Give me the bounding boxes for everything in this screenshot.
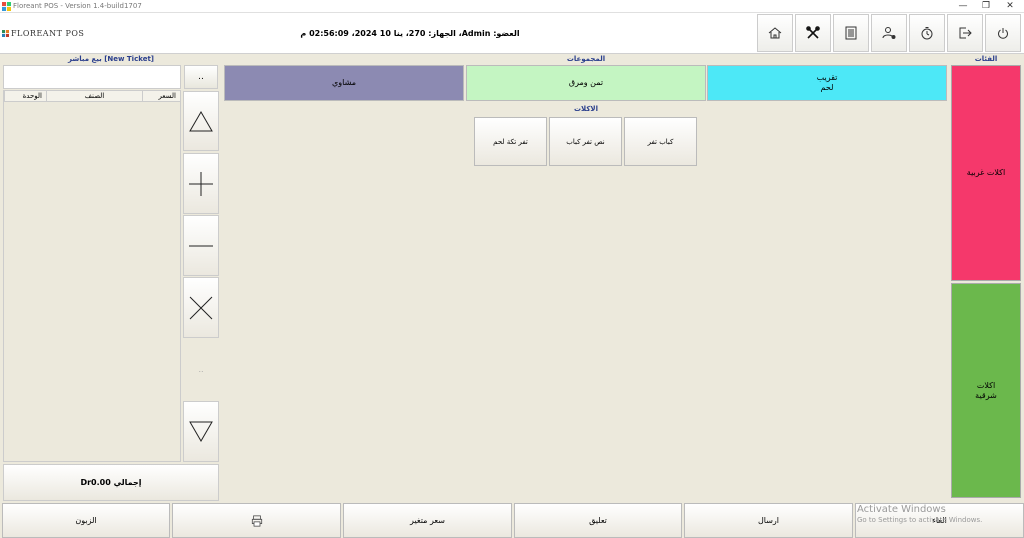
- meal-button[interactable]: تفر تكة لحم: [474, 117, 547, 166]
- delete-item-button[interactable]: [183, 277, 219, 338]
- close-icon: [189, 296, 213, 319]
- ticket-search-input[interactable]: [3, 65, 181, 89]
- print-button[interactable]: [172, 503, 341, 538]
- meals-title: الاكلات: [573, 105, 599, 113]
- watermark-subtitle: Go to Settings to activate Windows.: [857, 516, 983, 524]
- clock-icon: [921, 27, 933, 40]
- tools-icon: [806, 26, 820, 39]
- variable-price-button[interactable]: سعر متغير: [343, 503, 512, 538]
- send-button[interactable]: ارسال: [684, 503, 853, 538]
- customer-button[interactable]: الزبون: [2, 503, 170, 538]
- logout-button[interactable]: [947, 14, 983, 52]
- ticket-items-table[interactable]: السعر الصنف الوحدة: [3, 90, 181, 462]
- group-button-grills[interactable]: مشاوي: [224, 65, 464, 101]
- restore-button[interactable]: ❐: [975, 0, 997, 13]
- scroll-down-button[interactable]: [183, 401, 219, 462]
- ticket-title: بيع مباشر [New Ticket]: [68, 55, 154, 63]
- ticket-total: إجمالي Dr0.00: [3, 464, 219, 501]
- groups-title: المجموعات: [566, 55, 606, 63]
- categories-title: الفئات: [974, 55, 998, 63]
- logo-text: FLOREANT POS: [11, 29, 85, 38]
- title-bar: Floreant POS - Version 1.4-build1707 — ❐…: [0, 0, 1024, 13]
- clock-button[interactable]: [909, 14, 945, 52]
- logo: FLOREANT POS: [2, 29, 84, 38]
- orders-button[interactable]: [833, 14, 869, 52]
- category-button-eastern[interactable]: اكلات شرقية: [951, 283, 1021, 498]
- meal-button[interactable]: كباب تفر: [624, 117, 697, 166]
- home-button[interactable]: [757, 14, 793, 52]
- minus-icon: [189, 245, 213, 246]
- power-button[interactable]: [985, 14, 1021, 52]
- hold-button[interactable]: تعليق: [514, 503, 682, 538]
- meal-button[interactable]: نص تفر كباب: [549, 117, 622, 166]
- group-button-rice-stew[interactable]: تمن ومرق: [466, 65, 706, 101]
- group-button-meat[interactable]: تقريب لحم: [707, 65, 947, 101]
- scroll-up-button[interactable]: [183, 91, 219, 151]
- user-info: العضو: Admin، الجهاز: 270، ينا 10 2024، …: [300, 29, 520, 38]
- category-button-western[interactable]: اكلات غربية: [951, 65, 1021, 281]
- plus-icon: [189, 171, 213, 196]
- orders-icon: [845, 26, 857, 40]
- logout-icon: [959, 27, 972, 39]
- triangle-down-icon: [189, 421, 213, 442]
- increase-quantity-button[interactable]: [183, 153, 219, 214]
- home-icon: [768, 27, 782, 39]
- watermark-title: Activate Windows: [857, 504, 946, 515]
- logo-mark-icon: [2, 30, 9, 37]
- activate-windows-watermark: Activate Windows Go to Settings to activ…: [857, 504, 1024, 524]
- power-icon: [998, 28, 1008, 39]
- close-button[interactable]: ✕: [999, 0, 1021, 13]
- minimize-button[interactable]: —: [952, 0, 974, 13]
- column-item: الصنف: [46, 91, 142, 101]
- user-settings-button[interactable]: [871, 14, 907, 52]
- decrease-quantity-button[interactable]: [183, 215, 219, 276]
- user-settings-icon: [882, 27, 896, 39]
- column-price: السعر: [142, 91, 180, 101]
- app-icon: [2, 2, 11, 11]
- disabled-button: ..: [183, 339, 219, 400]
- triangle-up-icon: [189, 111, 213, 132]
- column-unit: الوحدة: [4, 91, 46, 101]
- table-header: السعر الصنف الوحدة: [4, 91, 180, 102]
- window-title: Floreant POS - Version 1.4-build1707: [13, 2, 142, 10]
- tools-button[interactable]: [795, 14, 831, 52]
- ticket-options-button[interactable]: ..: [184, 65, 218, 89]
- printer-icon: [251, 514, 262, 527]
